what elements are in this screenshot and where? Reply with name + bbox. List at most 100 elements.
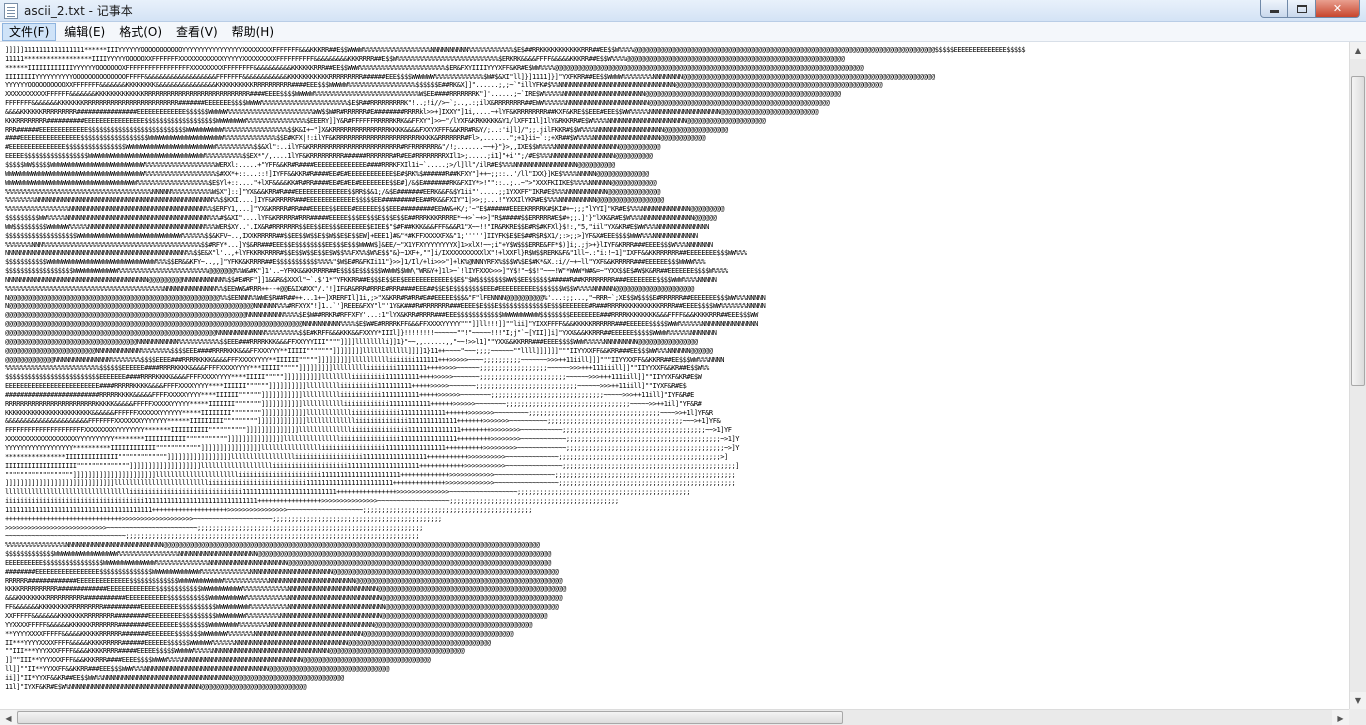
scroll-up-arrow-icon[interactable]: ▲ bbox=[1350, 42, 1366, 59]
close-button[interactable]: ✕ bbox=[1316, 0, 1360, 18]
text-line: $$$$$$$$$$$$$$$$$$WWWWWWWWWWWW%%%%%%%%%%… bbox=[5, 267, 728, 276]
text-line: XXXXXXXXXXXFFFFFF&&&&&&&KKKKKKKKKKKKKRRR… bbox=[5, 90, 841, 99]
scrollbar-corner bbox=[1349, 709, 1366, 725]
minimize-icon bbox=[1269, 10, 1279, 13]
text-line: 11111******************IIIIYYYYYOOOOOXXF… bbox=[5, 54, 845, 63]
text-line: KKKRRRRRRRR##########EEEEEEEEEEEEEEEE$$$… bbox=[5, 116, 766, 125]
text-line: IIIIIIIIIIIIIIIIIII""""""""""""""]]]]]]]… bbox=[5, 461, 740, 470]
text-line: llllllllllllllllllllllllllllllllliiiiiii… bbox=[5, 488, 691, 497]
text-line: **YYYYXXXXFFFFF&&&&&KKKKKRRRRRR#######EE… bbox=[5, 629, 514, 638]
text-line: N@@@@@@@@@@@@@@@@@@@@@@@@@@@@@@@@@@@@@@@… bbox=[5, 302, 766, 311]
text-line: ii]]"II*YYXF&&KR##EE$$WW%%NNNNNNNNNNNNNN… bbox=[5, 673, 344, 682]
text-line: YYYYYYOOOOOOOOOOXXFFFFFFF&&&&&&&KKKKKKKK… bbox=[5, 81, 883, 90]
text-line: @@@@@@@@@@@@@@@@@@@@@@@@@@@@@@@@@@@@@@@@… bbox=[5, 320, 758, 329]
text-line: KKKKKKKKKKKKKKKKKKKKKKK&&&&&&FFFFFFXXXXX… bbox=[5, 408, 713, 417]
text-line: >>>>>>>>>>>>>>>>>>>>>>>>>>>~~~~~~~~~~~~~… bbox=[5, 523, 423, 532]
text-line: YYXXXXFFFFF&&&&&&KKKKKKRRRRRRR########EE… bbox=[5, 620, 533, 629]
text-line: EEEEE$$$$$$$$$$$$$$$$$WWWWWWWWWWWWWWWWWW… bbox=[5, 152, 653, 161]
text-line: @@@@@@@@@@@@@@@@@@@@@@@@NNNNNNNNNNNN%%%%… bbox=[5, 346, 713, 355]
title-bar: ascii_2.txt - 记事本 ✕ bbox=[0, 0, 1366, 22]
scroll-right-arrow-icon[interactable]: ▶ bbox=[1332, 710, 1349, 725]
text-line: iiiiiiiiiiiiiiiiiiiiiiiiiiiiiiiiiiiii111… bbox=[5, 497, 619, 506]
vertical-scroll-thumb[interactable] bbox=[1351, 76, 1365, 386]
text-line: ""III***YYYXXXFFFF&&&&KKKKRRRR#####EEEEE… bbox=[5, 647, 465, 656]
menu-help[interactable]: 帮助(H) bbox=[226, 23, 280, 41]
text-line: ****************IIIIIIIIIIIIII""""""""""… bbox=[5, 452, 728, 461]
text-line: $$$$$WW$$$$$WWWWWWWWWWWWWWWWWWWWWWWWW%%%… bbox=[5, 160, 615, 169]
text-line: %%%%%%%NNN%%%%%%%%%%%%%%%%%%%%%%%%%%%%%%… bbox=[5, 240, 713, 249]
notepad-icon bbox=[4, 2, 18, 19]
text-line: EEEEEEEEEE$$$$$$$$$$$$$$$$WWWWWWWWWWWWWW… bbox=[5, 558, 551, 567]
maximize-icon bbox=[1296, 4, 1307, 13]
menu-view[interactable]: 查看(V) bbox=[170, 23, 224, 41]
menu-file[interactable]: 文件(F) bbox=[2, 22, 57, 41]
text-line: ]]]]]1111111111111111******IIIYYYYYYOOOO… bbox=[5, 46, 1026, 54]
text-line: $$$$$$$$$$$WWWWWWWWWWWWWWWWWWWWWWWWWWWWW… bbox=[5, 258, 706, 267]
text-line: +++++++++++++++++++++++++++++++>>>>>>>>>… bbox=[5, 514, 442, 523]
text-line: %%%%%%%%%%%%%%%%%%%%%%%%%$$$$$$EEEEEE###… bbox=[5, 364, 709, 373]
text-line: NNNNNNNNNNNNNNNNNNNNNNNNNNNNNNNNNNNNNN@@… bbox=[5, 275, 717, 284]
text-line: ####EEEEEEEEEEEEEEEE$$$$$$$$$$$$$$$$$$WW… bbox=[5, 134, 706, 143]
text-line: @@@@@@@@@@@@@NNNNNNNNNNNNNNN%%%%%%%%$$$$… bbox=[5, 355, 724, 364]
text-line: XXFFFFF&&&&&&&KKKKKKKRRRRRRRR#########EE… bbox=[5, 612, 548, 620]
text-line: ******IIIIIIIIIIIIYYYYYYOOOOOOOXFFFFFFFF… bbox=[5, 63, 864, 72]
text-line: ########EEEEEEEEEEEEEEEEE$$$$$$$$$$$$$$W… bbox=[5, 567, 559, 576]
window-title: ascii_2.txt - 记事本 bbox=[24, 4, 133, 18]
text-line: %%%%%%%%NNNNNNNNNNNNNNNNNNNNNNNNNNNNNNNN… bbox=[5, 196, 664, 205]
scroll-left-arrow-icon[interactable]: ◀ bbox=[0, 710, 17, 725]
text-line: ]]""III**YYYXXXFFF&&&KKKRRR####EEEE$$$$W… bbox=[5, 656, 431, 665]
text-line: @@@@@@@@@@@@@@@@@@@@@@@@@@@@@@@@@@@@@@@@… bbox=[5, 329, 717, 337]
text-line: II***YYYYXXXXFFFF&&&&&KKKKRRRRR######EEE… bbox=[5, 638, 491, 647]
text-line: $$$$$$$$$$$$$WWWWWWWWWWWWWWWWW%%%%%%%%%%… bbox=[5, 550, 551, 559]
text-line: NNNNNNNNNNNNNNNNNNNNNNNNNNNNNNNNNNNNNNNN… bbox=[5, 249, 747, 258]
text-editor-area[interactable]: ]]]]]1111111111111111******IIIYYYYYYOOOO… bbox=[0, 42, 1349, 709]
text-line: FFFFFFFFFFFFFFFFFFFFFXXXXXXXXYYYYYYYY***… bbox=[5, 426, 732, 435]
scroll-down-arrow-icon[interactable]: ▼ bbox=[1350, 692, 1366, 709]
text-line: WWWWWWWWWWWWWWWWWWWWWWWWWWWWWWWWWWWWW%%%… bbox=[5, 169, 649, 178]
text-line: RRR######EEEEEEEEEEEEE$$$$$$$$$$$$$$$$$$… bbox=[5, 125, 728, 134]
text-line: $$$$$$$$$$$$$$$$$$$WWWWWWWWWWWWWWWWWWWWW… bbox=[5, 231, 698, 240]
text-line: $$$$$$$$$WW%%%%%NNNNNNNNNNNNNNNNNNNNNNNN… bbox=[5, 214, 717, 223]
text-line: WW$$$$$$$$$WWWWWW%%%%%NNNNNNNNNNNNNNNNNN… bbox=[5, 222, 709, 231]
window-controls: ✕ bbox=[1260, 0, 1360, 19]
document-text: ]]]]]1111111111111111******IIIYYYYYYOOOO… bbox=[0, 42, 1349, 692]
text-line: ll]]""II**YYXXFF&&KKRR###EEE$$$WWW%%%NNN… bbox=[5, 665, 389, 674]
text-line: KKKKRRRRRRRRRR#############EEEEEEEEEEEEE… bbox=[5, 585, 566, 594]
text-line: $$$$$$$$$$$$$$$$$$$$$$$$$EEEEEEE####RRRR… bbox=[5, 373, 702, 382]
text-line: N@@@@@@@@@@@@@@@@@@@@@@@@@@@@@@@@@@@@@@@… bbox=[5, 293, 766, 302]
menu-edit[interactable]: 编辑(E) bbox=[58, 23, 111, 41]
vertical-scrollbar[interactable]: ▲ ▼ bbox=[1349, 42, 1366, 709]
text-line: ]]]]]]]]]]]]]]]]]]]]]]]]]]]]]lllllllllll… bbox=[5, 479, 736, 488]
text-line: RRRRRRRRRRRRRRRRRRRRRRRRKKKKK&&&&&FFFFFX… bbox=[5, 399, 702, 408]
text-line: YYYYYYYYYYYYYYYYYY**********IIIIIIIIIIII… bbox=[5, 443, 740, 452]
horizontal-scroll-thumb[interactable] bbox=[17, 711, 843, 724]
text-line: FF&&&&&&&KKKKKKKKRRRRRRRRR##########EEEE… bbox=[5, 603, 559, 612]
text-line: FFFFFFF&&&&&&&KKKKKKKRRRRRRRRRRRRRRRRRRR… bbox=[5, 99, 830, 108]
maximize-button[interactable] bbox=[1288, 0, 1316, 18]
text-line: %%%%%%%%%%%%%%%%NNNNNNNNNNNNNNNNNNNNNNNN… bbox=[5, 541, 540, 550]
text-line: @@@@@@@@@@@@@@@@@@@@@@@@@@@@@@@@@@@NNNNN… bbox=[5, 337, 698, 346]
text-line: &&&KKKKKKKKRRRRRRRRRR###########EEEEEEEE… bbox=[5, 594, 563, 603]
text-line: @@@@@@@@@@@@@@@@@@@@@@@@@@@@@@@@@@@@@@@@… bbox=[5, 311, 758, 320]
text-line: %%%%%%%%%%%%%%%%%%%%%%%%%%%%%%%%%%%%%%%%… bbox=[5, 284, 694, 293]
text-line: ~~~~~~~~~~~~~~~~~~~~~~~~~~~~~~~~;;;;;;;;… bbox=[5, 532, 420, 541]
menu-bar: 文件(F) 编辑(E) 格式(O) 查看(V) 帮助(H) bbox=[0, 22, 1366, 42]
text-line: RRRRRR#############EEEEEEEEEEEEEE$$$$$$$… bbox=[5, 576, 563, 585]
close-icon: ✕ bbox=[1332, 2, 1343, 15]
minimize-button[interactable] bbox=[1260, 0, 1288, 18]
text-line: #########################RRRRRKKKK&&&&&F… bbox=[5, 390, 694, 399]
text-line: 111111111111111111111111111111111111111+… bbox=[5, 505, 533, 514]
text-line: """"""""""""""""""]]]]]]]]]]]]]]]]]]]]]]… bbox=[5, 470, 736, 479]
text-line: EEEEEEEEEEEEEEEEEEEEEEEEE####RRRRRKKKK&&… bbox=[5, 382, 687, 391]
text-line: WWWWWWWWWWWWWWWWWWWWWWWWWWWWWWWWWWW%%%%%… bbox=[5, 178, 657, 187]
menu-format[interactable]: 格式(O) bbox=[113, 23, 168, 41]
text-line: &&&&KKKKKKRRRRRRRRR################EEEEE… bbox=[5, 107, 819, 116]
text-line: &&&&&&&&&&&&&&&&&&&&&&FFFFFFFXXXXXXXYYYY… bbox=[5, 417, 721, 426]
text-line: IIIIIIIIYYYYYYYYYYOOOOOOOOOOOOOOFFFFF&&&… bbox=[5, 72, 935, 81]
text-line: XXXXXXXXXXXXXXXXXXXYYYYYYYYYY********III… bbox=[5, 435, 740, 444]
text-line: 11l]"IYXF&KR#E$W%NNNNNNNNNNNNNNNNNNNNNNN… bbox=[5, 682, 307, 691]
text-line: #EEEEEEEEEEEEEEE$$$$$$$$$$$$$$$$WWWWWWWW… bbox=[5, 143, 660, 152]
text-line: %%%%%%%%%%%%%%%%%NNNNNNNNNNNNNNNNNNNNNNN… bbox=[5, 205, 724, 214]
text-line: %%%%%%%%%%%%%%%%%%%%%%%%%%%%%%%%%%%%%%%N… bbox=[5, 187, 660, 196]
horizontal-scrollbar[interactable]: ◀ ▶ bbox=[0, 709, 1349, 725]
